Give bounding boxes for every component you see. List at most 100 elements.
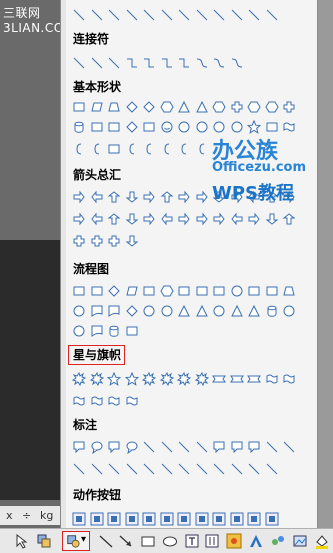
burst-shape-icon[interactable] — [142, 372, 156, 386]
burst-shape-icon[interactable] — [194, 372, 209, 386]
rect-shape-icon[interactable] — [265, 120, 279, 134]
callout-shape-icon[interactable] — [247, 440, 261, 454]
arrowD-shape-icon[interactable] — [125, 212, 139, 226]
hex-shape-icon[interactable] — [159, 284, 174, 298]
banner-shape-icon[interactable] — [247, 372, 261, 386]
line-shape-icon[interactable] — [142, 8, 156, 22]
line-shape-icon[interactable] — [265, 440, 279, 454]
diamond-shape-icon[interactable] — [107, 284, 121, 298]
action-shape-icon[interactable] — [142, 512, 156, 526]
line-shape-icon[interactable] — [195, 440, 209, 454]
hex-shape-icon[interactable] — [159, 100, 174, 114]
trap-shape-icon[interactable] — [107, 100, 121, 114]
curve-shape-icon[interactable] — [195, 56, 209, 70]
plus-shape-icon[interactable] — [72, 234, 86, 248]
star-shape-icon[interactable] — [107, 372, 121, 386]
rect-shape-icon[interactable] — [212, 284, 226, 298]
line-shape-icon[interactable] — [90, 462, 104, 476]
line-shape-icon[interactable] — [212, 462, 226, 476]
banner-shape-icon[interactable] — [229, 372, 244, 386]
circle-shape-icon[interactable] — [142, 304, 156, 318]
arrowR-shape-icon[interactable] — [72, 190, 86, 204]
bracket-shape-icon[interactable] — [90, 142, 104, 156]
action-shape-icon[interactable] — [90, 512, 104, 526]
arrowR-shape-icon[interactable] — [212, 212, 226, 226]
oval_call-shape-icon[interactable] — [125, 440, 139, 454]
arrowU-shape-icon[interactable] — [107, 212, 121, 226]
line-shape-icon[interactable] — [72, 8, 86, 22]
elbow-shape-icon[interactable] — [177, 56, 191, 70]
smile-shape-icon[interactable] — [160, 120, 174, 134]
burst-shape-icon[interactable] — [177, 372, 191, 386]
arrowU-shape-icon[interactable] — [160, 190, 174, 204]
rect-shape-icon[interactable] — [72, 100, 86, 114]
line-tool-icon[interactable] — [98, 533, 114, 549]
curve-shape-icon[interactable] — [212, 56, 226, 70]
rect-shape-icon[interactable] — [247, 284, 261, 298]
burst-shape-icon[interactable] — [159, 372, 174, 386]
arrowL-shape-icon[interactable] — [230, 212, 244, 226]
para-shape-icon[interactable] — [90, 100, 104, 114]
bracket-shape-icon[interactable] — [125, 142, 139, 156]
wave-shape-icon[interactable] — [90, 394, 104, 408]
hex-shape-icon[interactable] — [247, 100, 261, 114]
rect-shape-icon[interactable] — [90, 120, 104, 134]
wave-shape-icon[interactable] — [125, 394, 139, 408]
line-shape-icon[interactable] — [107, 8, 121, 22]
line-shape-icon[interactable] — [107, 56, 121, 70]
plus-shape-icon[interactable] — [230, 100, 244, 114]
action-shape-icon[interactable] — [160, 512, 174, 526]
banner-shape-icon[interactable] — [212, 372, 226, 386]
textbox-tool-icon[interactable] — [184, 533, 200, 549]
elbow-shape-icon[interactable] — [142, 56, 156, 70]
circle-shape-icon[interactable] — [212, 120, 226, 134]
oval-tool-icon[interactable] — [162, 533, 178, 549]
bracket-shape-icon[interactable] — [195, 142, 209, 156]
line-shape-icon[interactable] — [177, 8, 191, 22]
wave-shape-icon[interactable] — [282, 120, 296, 134]
cyl-shape-icon[interactable] — [265, 304, 279, 318]
callout-shape-icon[interactable] — [107, 440, 121, 454]
wave-shape-icon[interactable] — [107, 394, 121, 408]
rect-shape-icon[interactable] — [142, 284, 156, 298]
line-shape-icon[interactable] — [160, 8, 174, 22]
line-shape-icon[interactable] — [230, 8, 244, 22]
line-shape-icon[interactable] — [195, 8, 209, 22]
rect-shape-icon[interactable] — [107, 120, 121, 134]
arrowR-shape-icon[interactable] — [177, 190, 191, 204]
rect-shape-icon[interactable] — [177, 284, 191, 298]
circle-shape-icon[interactable] — [72, 324, 86, 338]
arrowR-shape-icon[interactable] — [195, 190, 209, 204]
burst-shape-icon[interactable] — [89, 372, 104, 386]
diamond-shape-icon[interactable] — [125, 120, 139, 134]
line-shape-icon[interactable] — [125, 8, 139, 22]
rotate-shapes-icon[interactable] — [36, 533, 52, 549]
arrow-tool-icon[interactable] — [118, 533, 134, 549]
diagram-icon[interactable] — [270, 533, 286, 549]
hex-shape-icon[interactable] — [212, 100, 226, 114]
doc-shape-icon[interactable] — [90, 304, 104, 318]
line-shape-icon[interactable] — [107, 462, 121, 476]
circle-shape-icon[interactable] — [195, 120, 209, 134]
diamond-shape-icon[interactable] — [142, 100, 156, 114]
line-shape-icon[interactable] — [212, 8, 226, 22]
callout-shape-icon[interactable] — [230, 440, 244, 454]
cyl-shape-icon[interactable] — [107, 324, 121, 338]
wave-shape-icon[interactable] — [282, 372, 296, 386]
arrowL-shape-icon[interactable] — [90, 212, 104, 226]
arrowD-shape-icon[interactable] — [125, 234, 139, 248]
callout-shape-icon[interactable] — [72, 440, 86, 454]
line-shape-icon[interactable] — [160, 462, 174, 476]
curve-shape-icon[interactable] — [230, 56, 244, 70]
rect-shape-icon[interactable] — [90, 284, 104, 298]
diamond-shape-icon[interactable] — [125, 100, 139, 114]
action-shape-icon[interactable] — [265, 512, 279, 526]
line-shape-icon[interactable] — [142, 462, 156, 476]
burst-shape-icon[interactable] — [72, 372, 86, 386]
star-shape-icon[interactable] — [124, 372, 139, 386]
rect-shape-icon[interactable] — [107, 142, 121, 156]
line-shape-icon[interactable] — [160, 440, 174, 454]
line-shape-icon[interactable] — [282, 440, 296, 454]
wave-shape-icon[interactable] — [72, 394, 86, 408]
rect-shape-icon[interactable] — [265, 284, 279, 298]
